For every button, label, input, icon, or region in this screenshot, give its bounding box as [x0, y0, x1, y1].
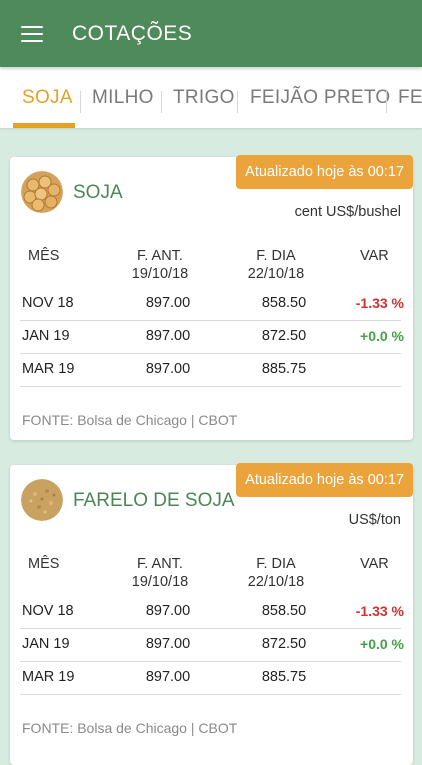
soybean-icon: [21, 171, 63, 213]
app-bar: COTAÇÕES: [0, 0, 422, 67]
source-label: FONTE: Bolsa de Chicago | CBOT: [22, 412, 238, 428]
tab-bar: SOJA MILHO TRIGO FEIJÃO PRETO FEI: [0, 67, 422, 128]
table-row: NOV 18 897.00 858.50 -1.33 %: [20, 595, 404, 629]
quote-card-farelo-de-soja: Atualizado hoje às 00:17 FARELO DE SOJA …: [10, 463, 413, 765]
header-f-dia: F. DIA 22/10/18: [247, 556, 305, 590]
soybean-meal-icon: [21, 479, 63, 521]
product-title: FARELO DE SOJA: [73, 490, 235, 511]
menu-icon[interactable]: [21, 26, 43, 42]
table-row: MAR 19 897.00 885.75: [20, 353, 401, 387]
updated-badge: Atualizado hoje às 00:17: [236, 155, 413, 189]
header-f-ant: F. ANT. 19/10/18: [131, 248, 189, 282]
updated-badge: Atualizado hoje às 00:17: [236, 463, 413, 497]
header-var: VAR: [360, 248, 389, 264]
header-mes: MÊS: [28, 556, 60, 572]
product-title: SOJA: [73, 182, 123, 203]
tab-divider: [80, 91, 81, 113]
tab-divider: [386, 91, 387, 113]
unit-label: cent US$/bushel: [294, 204, 401, 220]
tab-divider: [237, 91, 238, 113]
header-f-dia: F. DIA 22/10/18: [247, 248, 305, 282]
table-row: NOV 18 897.00 858.50 -1.33 %: [20, 287, 404, 321]
table-row: JAN 19 897.00 872.50 +0.0 %: [20, 320, 404, 354]
tab-feijao-cut[interactable]: FEI: [398, 87, 422, 109]
tab-milho[interactable]: MILHO: [92, 87, 154, 109]
page-title: COTAÇÕES: [72, 22, 193, 45]
active-tab-indicator: [13, 123, 75, 128]
tab-trigo[interactable]: TRIGO: [173, 87, 235, 109]
table-row: MAR 19 897.00 885.75: [20, 661, 401, 695]
tab-feijao-preto[interactable]: FEIJÃO PRETO: [250, 87, 391, 109]
tab-soja[interactable]: SOJA: [22, 87, 73, 109]
source-label: FONTE: Bolsa de Chicago | CBOT: [22, 720, 238, 736]
header-mes: MÊS: [28, 248, 60, 264]
quote-card-soja: Atualizado hoje às 00:17 SOJA cent US$/b…: [10, 155, 413, 440]
table-row: JAN 19 897.00 872.50 +0.0 %: [20, 628, 404, 662]
header-f-ant: F. ANT. 19/10/18: [131, 556, 189, 590]
unit-label: US$/ton: [348, 512, 401, 528]
tab-divider: [161, 91, 162, 113]
header-var: VAR: [360, 556, 389, 572]
